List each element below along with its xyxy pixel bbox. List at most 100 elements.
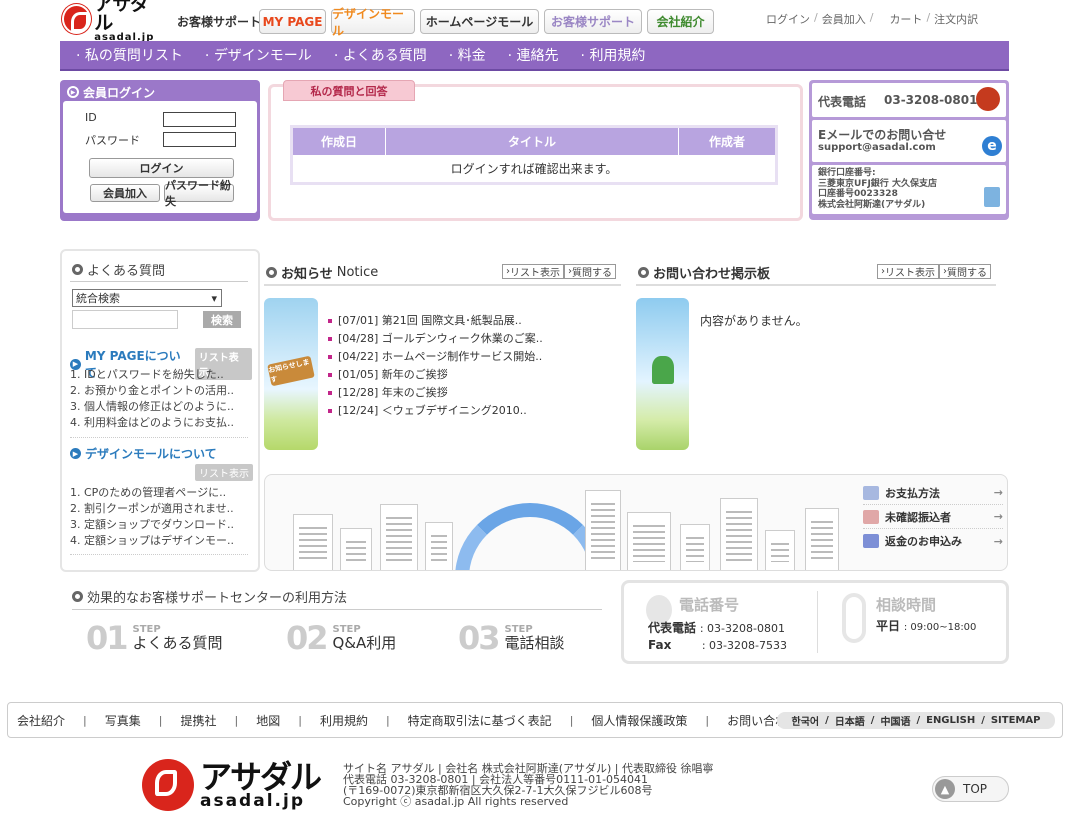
notice-list-button[interactable]: › リスト表示	[502, 264, 564, 279]
bank-line: 三菱東京UFJ銀行 大久保支店	[818, 178, 937, 189]
faq-item[interactable]: 4. 定額ショップはデザインモー..	[70, 533, 234, 549]
section-title: お客様サポート	[177, 15, 262, 29]
footer-link[interactable]: 会社紹介	[17, 712, 65, 729]
lang-korean[interactable]: 한국어	[792, 713, 820, 728]
nav-homepagemall-button[interactable]: ホームページモール	[420, 9, 539, 34]
login-button[interactable]: ログイン	[89, 158, 234, 178]
faq-header: よくある質問	[72, 260, 165, 279]
circle-icon	[72, 591, 83, 602]
rep-label: 代表電話	[648, 621, 697, 635]
main-nav-item[interactable]: · 利用規約	[581, 45, 646, 65]
top-button[interactable]: ▲ TOP	[932, 776, 1009, 802]
hourglass-icon	[842, 593, 866, 643]
login-link[interactable]: ログイン	[766, 11, 810, 27]
faq-item[interactable]: 3. 定額ショップでダウンロード..	[70, 517, 234, 533]
faq-search-input[interactable]	[72, 310, 178, 329]
main-nav-item[interactable]: · 私の質問リスト	[76, 45, 183, 65]
inquiry-empty-message: 内容がありません。	[700, 314, 808, 328]
nav-mypage-button[interactable]: MY PAGE	[259, 9, 326, 34]
footer-logo-text: アサダル	[200, 757, 322, 796]
notice-item[interactable]: [01/05] 新年のご挨拶	[328, 366, 543, 384]
circle-icon	[72, 264, 83, 275]
id-label: ID	[85, 111, 97, 124]
site-logo[interactable]: アサダル asadal.jp	[62, 0, 164, 43]
dropdown-arrow-icon: ▾	[211, 291, 217, 305]
main-nav-item[interactable]: · 料金	[449, 45, 486, 65]
inquiry-list-button[interactable]: › リスト表示	[877, 264, 939, 279]
notice-item[interactable]: [12/24] ＜ウェブデザイニング2010..	[328, 402, 543, 420]
city-banner: お支払方法 → 未確認振込者 → 返金のお申込み →	[264, 474, 1008, 571]
logo-text: アサダル	[94, 0, 149, 34]
payment-method-link[interactable]: お支払方法 →	[863, 481, 1003, 505]
arrow-icon: ▶	[70, 448, 81, 459]
main-nav-item[interactable]: · デザインモール	[205, 45, 312, 65]
faq-item[interactable]: 4. 利用料金はどのようにお支払..	[70, 415, 234, 431]
footer-link[interactable]: 個人情報保護政策	[591, 712, 687, 729]
join-button[interactable]: 会員加入	[90, 184, 160, 202]
tel-title: 電話番号	[679, 596, 740, 614]
main-nav-item[interactable]: · 連絡先	[508, 45, 559, 65]
faq-item[interactable]: 1. CPのための管理者ページに..	[70, 485, 234, 501]
footer-logo-domain: asadal.jp	[200, 790, 305, 811]
nav-support-button[interactable]: お客様サポート	[544, 9, 642, 34]
search-type-select[interactable]: 統合検索 ▾	[72, 289, 222, 307]
phone-label: 代表電話	[818, 95, 867, 109]
refund-link[interactable]: 返金のお申込み →	[863, 529, 1003, 553]
notice-question-button[interactable]: › 質問する	[564, 264, 616, 279]
qa-empty-message: ログインすれば確認出来ます。	[450, 162, 618, 176]
faq-item[interactable]: 2. お預かり金とポイントの活用..	[70, 383, 234, 399]
lang-japanese[interactable]: 日本語	[835, 713, 865, 728]
main-nav: · 私の質問リスト · デザインモール · よくある質問 · 料金 · 連絡先 …	[60, 41, 1009, 71]
weekday-label: 平日	[876, 619, 901, 633]
footer-link[interactable]: 利用規約	[320, 712, 368, 729]
step-1: 01 STEP よくある質問	[86, 619, 223, 657]
bank-line: 株式会社阿斯達(アサダル)	[818, 199, 926, 210]
bank-icon	[984, 187, 1000, 207]
inquiry-question-button[interactable]: › 質問する	[939, 264, 991, 279]
steps-header: 効果的なお客様サポートセンターの利用方法	[72, 587, 347, 606]
notice-item[interactable]: [04/22] ホームページ制作サービス開始..	[328, 348, 543, 366]
weekday-value: : 09:00~18:00	[903, 622, 977, 633]
faq-item[interactable]: 1. IDとパスワードを紛失した..	[70, 367, 234, 383]
cart-link[interactable]: カート	[889, 11, 922, 27]
watering-can-icon	[652, 356, 674, 384]
footer-link[interactable]: 地図	[256, 712, 280, 729]
email-box[interactable]: Eメールでのお問い合せ support@asadal.com e	[812, 120, 1006, 162]
arrow-up-icon: ▲	[935, 779, 955, 799]
qa-tab: 私の質問と回答	[283, 80, 415, 101]
sitemap-link[interactable]: SITEMAP	[991, 715, 1041, 726]
email-title: Eメールでのお問い合せ	[818, 128, 947, 142]
circle-icon	[266, 267, 277, 278]
notice-header: お知らせ Notice	[266, 263, 378, 282]
faq-section-title: デザインモールについて	[85, 447, 217, 461]
lost-password-button[interactable]: パスワード紛失	[164, 179, 234, 208]
lang-english[interactable]: ENGLISH	[926, 715, 975, 726]
telephone-icon	[976, 87, 1000, 111]
unconfirmed-transfer-link[interactable]: 未確認振込者 →	[863, 505, 1003, 529]
faq-item[interactable]: 2. 割引クーポンが適用されませ..	[70, 501, 234, 517]
footer-link[interactable]: 特定商取引法に基づく表記	[408, 712, 552, 729]
footer-link[interactable]: 提携社	[180, 712, 216, 729]
logo-mark-icon	[62, 4, 92, 34]
list-view-button[interactable]: リスト表示	[195, 464, 253, 481]
id-input[interactable]	[163, 112, 236, 127]
main-nav-item[interactable]: · よくある質問	[334, 45, 427, 65]
notice-item[interactable]: [07/01] 第21回 国際文具･紙製品展..	[328, 312, 543, 330]
refund-icon	[863, 534, 879, 548]
nav-designmall-button[interactable]: デザインモール	[331, 7, 415, 38]
ie-icon: e	[982, 136, 1002, 156]
nav-company-button[interactable]: 会社紹介	[647, 9, 714, 34]
lang-chinese[interactable]: 中国语	[880, 713, 910, 728]
password-input[interactable]	[163, 132, 236, 147]
faq-search-button[interactable]: 検索	[203, 311, 241, 328]
footer-link[interactable]: 写真集	[105, 712, 141, 729]
join-link[interactable]: 会員加入	[822, 11, 866, 27]
notice-item[interactable]: [12/28] 年末のご挨拶	[328, 384, 543, 402]
faq-item[interactable]: 3. 個人情報の修正はどのように..	[70, 399, 234, 415]
orders-link[interactable]: 注文内訳	[934, 11, 978, 27]
fax-value: : 03-3208-7533	[701, 639, 787, 652]
notice-item[interactable]: [04/28] ゴールデンウィーク休業のご案..	[328, 330, 543, 348]
step-2: 02 STEP Q&A利用	[286, 619, 397, 657]
circle-icon	[638, 267, 649, 278]
phone-box: 代表電話 03-3208-0801	[812, 83, 1006, 117]
